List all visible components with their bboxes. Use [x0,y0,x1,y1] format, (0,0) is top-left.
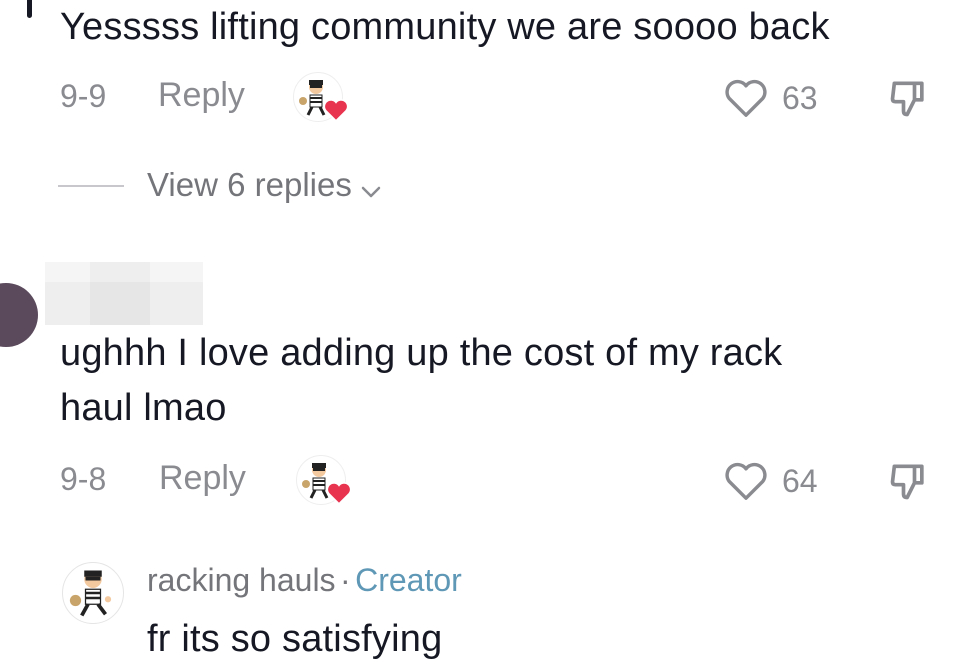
comment-text-line2: haul lmao [60,387,227,429]
redacted-username-shade [90,282,150,325]
creator-liked-indicator [293,72,349,124]
reply-button[interactable]: Reply [158,76,245,115]
comment-date: 9-8 [60,461,107,497]
previous-avatar-edge [27,0,32,18]
creator-liked-heart-icon [323,99,349,122]
like-count: 64 [782,463,818,499]
creator-reply-avatar[interactable] [62,562,124,624]
view-replies-button[interactable]: View 6 replies [147,166,384,206]
creator-liked-indicator [296,455,352,507]
comment-text: Yesssss lifting community we are soooo b… [60,6,830,48]
view-replies-label: View 6 replies [147,166,352,203]
commenter-avatar[interactable] [0,283,38,347]
reply-button[interactable]: Reply [159,459,246,498]
author-name[interactable]: racking hauls [147,562,336,598]
dislike-icon[interactable] [886,76,932,120]
dislike-icon[interactable] [886,459,932,503]
chevron-down-icon [362,186,381,198]
replies-divider [58,185,124,187]
separator-dot: · [340,562,351,598]
creator-badge: Creator [355,562,462,598]
redacted-username-shade [150,262,203,282]
comment-text-line1: ughhh I love adding up the cost of my ra… [60,332,783,374]
comment-date: 9-9 [60,78,107,114]
redacted-username-shade [45,262,90,282]
heart-outline-icon[interactable] [723,460,769,502]
heart-outline-icon[interactable] [723,77,769,119]
like-count: 63 [782,80,818,116]
creator-reply-header: racking hauls · Creator [147,562,462,599]
creator-liked-heart-icon [326,482,352,505]
